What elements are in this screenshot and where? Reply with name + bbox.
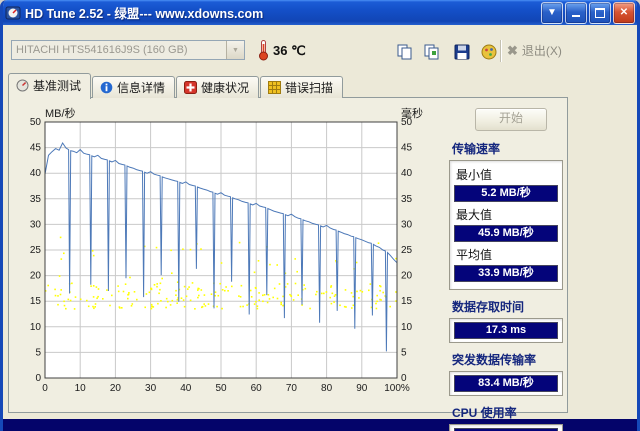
svg-text:5: 5 <box>401 347 407 358</box>
copy-image-icon <box>424 44 439 60</box>
svg-text:0: 0 <box>35 373 41 384</box>
svg-text:15: 15 <box>30 296 42 307</box>
svg-text:30: 30 <box>145 383 157 394</box>
tab-info[interactable]: 信息详情 <box>92 76 176 98</box>
maximize-button[interactable] <box>589 1 611 24</box>
cpu-usage-label: CPU 使用率 <box>452 406 517 420</box>
benchmark-icon <box>16 79 29 92</box>
save-icon <box>454 44 470 60</box>
toolbar-separator <box>500 40 502 62</box>
max-label: 最大值 <box>456 208 493 222</box>
svg-text:40: 40 <box>401 168 413 179</box>
svg-text:40: 40 <box>180 383 192 394</box>
tab-label: 信息详情 <box>117 80 166 95</box>
access-time-label: 数据存取时间 <box>452 300 525 314</box>
svg-text:40: 40 <box>30 168 42 179</box>
transfer-rate-group: 最小值 5.2 MB/秒 最大值 45.9 MB/秒 平均值 33.9 MB/秒 <box>449 160 563 290</box>
health-icon <box>184 80 198 94</box>
svg-text:100%: 100% <box>384 383 410 394</box>
svg-text:10: 10 <box>30 322 42 333</box>
svg-text:0: 0 <box>42 383 48 394</box>
title-bar[interactable]: HD Tune 2.52 - 绿盟--- www.xdowns.com ▼ ✕ <box>3 0 637 25</box>
chevron-down-icon[interactable]: ▼ <box>226 41 244 59</box>
svg-text:10: 10 <box>75 383 87 394</box>
drive-select[interactable]: HITACHI HTS541616J9S (160 GB) ▼ <box>11 40 245 60</box>
svg-text:10: 10 <box>401 322 413 333</box>
tab-benchmark[interactable]: 基准测试 <box>8 73 92 99</box>
svg-text:70: 70 <box>286 383 298 394</box>
tab-label: 健康状况 <box>201 80 250 95</box>
svg-text:15: 15 <box>401 296 413 307</box>
min-label: 最小值 <box>456 168 493 182</box>
svg-text:35: 35 <box>401 194 413 205</box>
exit-icon: ✖ <box>507 42 518 58</box>
svg-text:20: 20 <box>30 271 42 282</box>
maximize-icon <box>595 7 605 18</box>
avg-value: 33.9 MB/秒 <box>454 265 558 282</box>
download-button[interactable]: ▼ <box>541 1 563 24</box>
error-scan-icon <box>268 80 282 94</box>
svg-text:50: 50 <box>215 383 227 394</box>
max-value: 45.9 MB/秒 <box>454 225 558 242</box>
avg-label: 平均值 <box>456 248 493 262</box>
color-settings-button[interactable] <box>475 38 503 66</box>
svg-text:60: 60 <box>251 383 263 394</box>
exit-label: 退出(X) <box>521 44 562 58</box>
access-time-strip: 17.3 ms <box>449 318 563 343</box>
tab-health[interactable]: 健康状况 <box>176 76 260 98</box>
minimize-icon <box>572 8 580 17</box>
copy-icon <box>397 44 412 60</box>
thermometer-icon <box>259 40 268 61</box>
svg-text:45: 45 <box>30 143 42 154</box>
svg-text:30: 30 <box>30 219 42 230</box>
tab-bar: 基准测试 信息详情 健康状况 错误扫描 <box>8 73 344 99</box>
burst-rate-strip: 83.4 MB/秒 <box>449 371 563 396</box>
save-button[interactable] <box>448 38 476 66</box>
tab-error-scan[interactable]: 错误扫描 <box>260 76 344 98</box>
svg-text:MB/秒: MB/秒 <box>45 106 76 120</box>
exit-button[interactable]: ✖ 退出(X) <box>507 42 562 59</box>
svg-text:25: 25 <box>30 245 42 256</box>
toolbar: HITACHI HTS541616J9S (160 GB) ▼ 36 ℃ ✖ 退… <box>3 25 637 75</box>
copy-button[interactable] <box>391 38 419 66</box>
svg-text:5: 5 <box>35 347 41 358</box>
drive-select-value: HITACHI HTS541616J9S (160 GB) <box>16 44 188 56</box>
download-icon: ▼ <box>547 7 557 18</box>
burst-rate-label: 突发数据传输率 <box>452 353 537 367</box>
copy-image-button[interactable] <box>418 38 446 66</box>
minimize-button[interactable] <box>565 1 587 24</box>
min-value: 5.2 MB/秒 <box>454 185 558 202</box>
svg-text:45: 45 <box>401 143 413 154</box>
benchmark-page: 0 5 10 15 20 25 30 35 40 45 50 0 5 10 15 20 25 30 35 40 45 50… <box>8 97 568 431</box>
svg-text:80: 80 <box>321 383 333 394</box>
svg-text:毫秒: 毫秒 <box>401 106 423 120</box>
hd-tune-window: HD Tune 2.52 - 绿盟--- www.xdowns.com ▼ ✕ … <box>0 0 640 431</box>
svg-text:50: 50 <box>30 117 42 128</box>
close-button[interactable]: ✕ <box>613 1 635 24</box>
start-button[interactable]: 开始 <box>475 108 547 131</box>
cpu-usage-strip: 3.6% <box>449 424 563 431</box>
access-time-value: 17.3 ms <box>454 322 558 339</box>
svg-text:20: 20 <box>401 271 413 282</box>
transfer-rate-title: 传输速率 <box>452 142 501 156</box>
temperature-value: 36 ℃ <box>273 43 306 58</box>
window-title: HD Tune 2.52 - 绿盟--- www.xdowns.com <box>25 7 264 21</box>
svg-text:35: 35 <box>30 194 42 205</box>
svg-text:25: 25 <box>401 245 413 256</box>
close-icon: ✕ <box>619 7 629 18</box>
app-icon <box>5 6 21 19</box>
svg-text:20: 20 <box>110 383 122 394</box>
results-panel: 传输速率 最小值 5.2 MB/秒 最大值 45.9 MB/秒 平均值 33.9… <box>449 132 563 431</box>
color-settings-icon <box>481 44 497 60</box>
burst-rate-value: 83.4 MB/秒 <box>454 375 558 392</box>
tab-label: 基准测试 <box>33 79 82 93</box>
svg-text:30: 30 <box>401 219 413 230</box>
info-icon <box>100 81 113 93</box>
benchmark-chart: 0 5 10 15 20 25 30 35 40 45 50 0 5 10 15 20 25 30 35 40 45 50… <box>30 106 423 394</box>
svg-text:90: 90 <box>356 383 368 394</box>
tab-label: 错误扫描 <box>285 80 334 95</box>
